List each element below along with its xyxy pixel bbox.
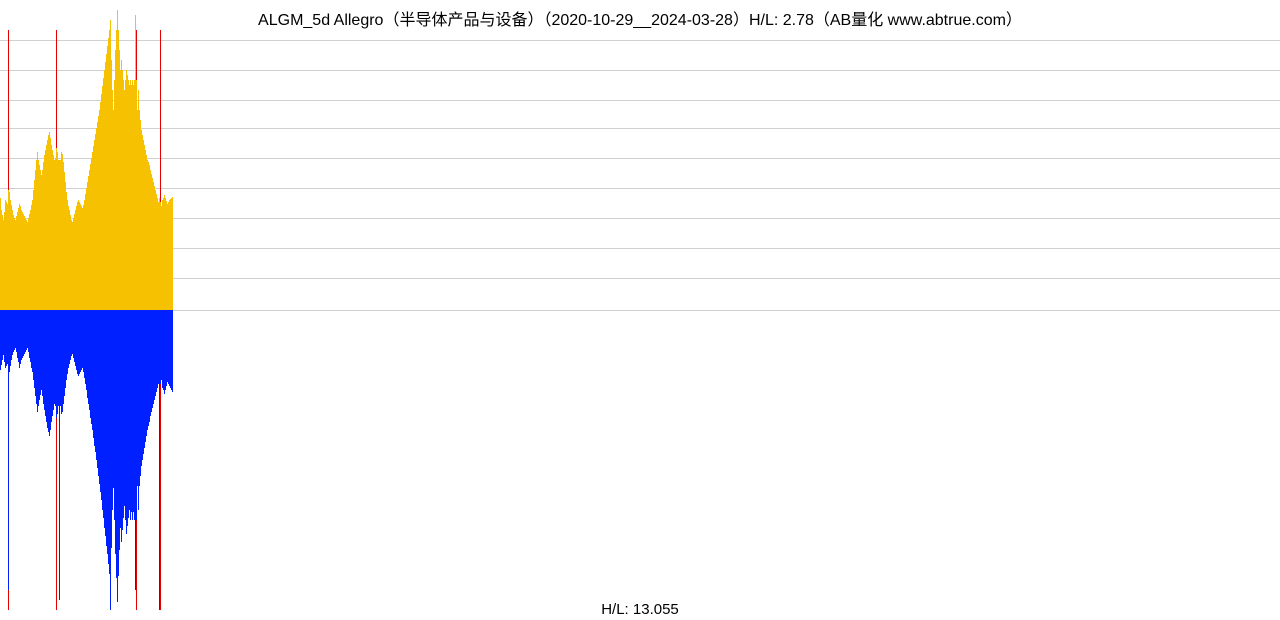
chart-footer: H/L: 13.055 — [0, 601, 1280, 618]
bar-upper — [172, 197, 173, 310]
chart-area — [0, 0, 1280, 620]
chart-title: ALGM_5d Allegro（半导体产品与设备）（2020-10-29__20… — [0, 6, 1280, 30]
chart-bars — [0, 0, 1280, 620]
bar-lower — [172, 310, 173, 392]
